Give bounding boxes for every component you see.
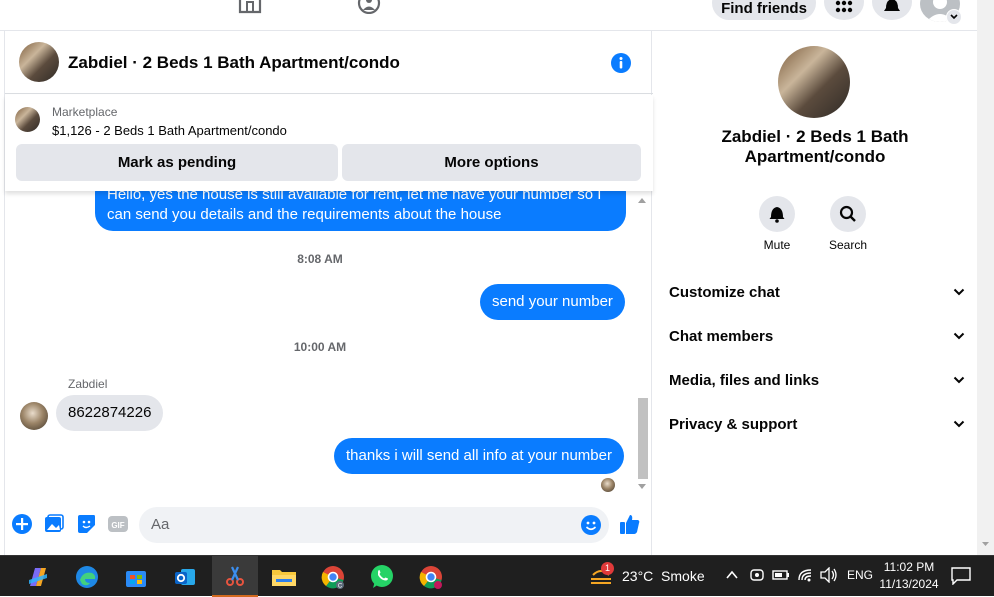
chevron-down-icon	[953, 332, 965, 340]
mark-as-pending-label: Mark as pending	[117, 154, 237, 171]
chrome-icon[interactable]: C	[313, 561, 353, 593]
section-label: Privacy & support	[669, 415, 798, 433]
chevron-down-icon	[953, 288, 965, 296]
edge-icon[interactable]	[67, 561, 107, 593]
listing-avatar[interactable]	[19, 42, 59, 82]
thumbs-up-icon[interactable]	[619, 513, 641, 535]
home-icon[interactable]	[236, 0, 264, 14]
groups-icon[interactable]	[356, 0, 382, 14]
chat-header: Zabdiel · 2 Beds 1 Bath Apartment/condo	[5, 31, 653, 94]
mark-as-pending-button[interactable]: Mark as pending	[16, 144, 338, 181]
microsoft-store-icon[interactable]	[116, 561, 156, 593]
outgoing-message[interactable]: thanks i will send all info at your numb…	[334, 438, 624, 474]
find-friends-button[interactable]: Find friends	[712, 0, 816, 20]
message-composer: GIF Aa	[5, 504, 653, 554]
search-icon	[830, 196, 866, 232]
bell-icon	[884, 0, 900, 11]
chat-title[interactable]: Zabdiel · 2 Beds 1 Bath Apartment/condo	[68, 53, 400, 73]
mute-button[interactable]: Mute	[757, 196, 797, 252]
message-text-line: Hello, yes the house is still available …	[107, 191, 602, 203]
listing-thumbnail[interactable]	[15, 107, 40, 132]
notification-center-icon[interactable]	[951, 567, 971, 585]
message-input-placeholder: Aa	[151, 516, 170, 533]
section-label: Chat members	[669, 327, 774, 345]
listing-title-line: Zabdiel · 2 Beds 1 Bath	[721, 127, 909, 146]
message-list: Hello, yes the house is still available …	[5, 191, 635, 503]
message-scrollbar[interactable]	[635, 191, 649, 495]
chrome-profile-icon[interactable]	[411, 561, 451, 593]
clock-time: 11:02 PM	[883, 560, 935, 574]
mute-label: Mute	[763, 238, 791, 252]
message-text-line: can send you details and the requirement…	[107, 206, 502, 223]
copilot-icon[interactable]	[18, 561, 58, 593]
notifications-button[interactable]	[872, 0, 912, 20]
bell-icon	[759, 196, 795, 232]
menu-button[interactable]	[824, 0, 864, 20]
privacy-support-section[interactable]: Privacy & support	[669, 404, 965, 444]
weather-badge: 1	[601, 562, 614, 575]
find-friends-label: Find friends	[721, 0, 807, 17]
more-options-label: More options	[444, 154, 539, 171]
message-input[interactable]: Aa	[139, 507, 609, 543]
message-timestamp: 10:00 AM	[293, 340, 347, 354]
sender-avatar[interactable]	[20, 402, 48, 430]
battery-icon[interactable]	[772, 569, 790, 581]
listing-profile-image[interactable]	[778, 46, 850, 118]
listing-price-title[interactable]: $1,126 - 2 Beds 1 Bath Apartment/condo	[52, 123, 287, 138]
media-files-links-section[interactable]: Media, files and links	[669, 360, 965, 400]
chat-members-section[interactable]: Chat members	[669, 316, 965, 356]
svg-text:C: C	[338, 584, 343, 590]
volume-icon[interactable]	[820, 567, 838, 583]
search-label: Search	[828, 238, 868, 252]
outlook-icon[interactable]	[165, 561, 205, 593]
section-label: Customize chat	[669, 283, 780, 301]
chat-panel: Zabdiel · 2 Beds 1 Bath Apartment/condo …	[4, 31, 653, 555]
customize-chat-section[interactable]: Customize chat	[669, 272, 965, 312]
chevron-up-icon[interactable]	[726, 570, 738, 580]
whatsapp-icon[interactable]	[362, 561, 402, 593]
wifi-icon[interactable]	[798, 567, 814, 583]
listing-title: Zabdiel · 2 Beds 1 Bath Apartment/condo	[653, 127, 977, 167]
chat-details-panel: Zabdiel · 2 Beds 1 Bath Apartment/condo …	[653, 31, 977, 555]
photo-icon[interactable]	[43, 513, 65, 535]
listing-title-line: Apartment/condo	[744, 147, 886, 166]
windows-taskbar: C 1 23°C Smoke ENG 11:02 PM 11/13/2024	[0, 555, 994, 597]
section-label: Media, files and links	[669, 371, 820, 389]
message-timestamp: 8:08 AM	[297, 252, 343, 266]
marketplace-card: Marketplace $1,126 - 2 Beds 1 Bath Apart…	[5, 95, 653, 191]
meet-now-icon[interactable]	[750, 567, 764, 583]
outgoing-message[interactable]: send your number	[480, 284, 625, 320]
plus-circle-icon[interactable]	[11, 513, 33, 535]
grid-menu-icon	[835, 0, 853, 13]
marketplace-label: Marketplace	[52, 105, 118, 119]
page-scrollbar[interactable]	[977, 0, 994, 555]
snipping-tool-icon[interactable]	[212, 556, 258, 597]
chevron-down-icon	[953, 376, 965, 384]
account-chevron-icon[interactable]	[946, 9, 962, 25]
outgoing-message[interactable]: Hello, yes the house is still available …	[95, 191, 626, 231]
emoji-icon[interactable]	[580, 514, 602, 536]
file-explorer-icon[interactable]	[264, 561, 304, 593]
chevron-down-icon	[953, 420, 965, 428]
language-indicator[interactable]: ENG	[847, 568, 873, 582]
incoming-message[interactable]: 8622874226	[56, 395, 164, 431]
info-icon[interactable]	[610, 52, 632, 74]
top-navigation-bar: Find friends	[0, 0, 994, 31]
search-button[interactable]: Search	[828, 196, 868, 252]
svg-text:GIF: GIF	[111, 521, 124, 530]
more-options-button[interactable]: More options	[342, 144, 641, 181]
weather-text[interactable]: 23°C Smoke	[622, 568, 705, 584]
clock[interactable]: 11:02 PM 11/13/2024	[878, 559, 940, 593]
clock-date: 11/13/2024	[879, 577, 939, 591]
gif-icon[interactable]: GIF	[107, 513, 129, 535]
sticker-icon[interactable]	[75, 513, 97, 535]
sender-name: Zabdiel	[68, 377, 108, 391]
read-receipt-avatar	[601, 478, 615, 492]
